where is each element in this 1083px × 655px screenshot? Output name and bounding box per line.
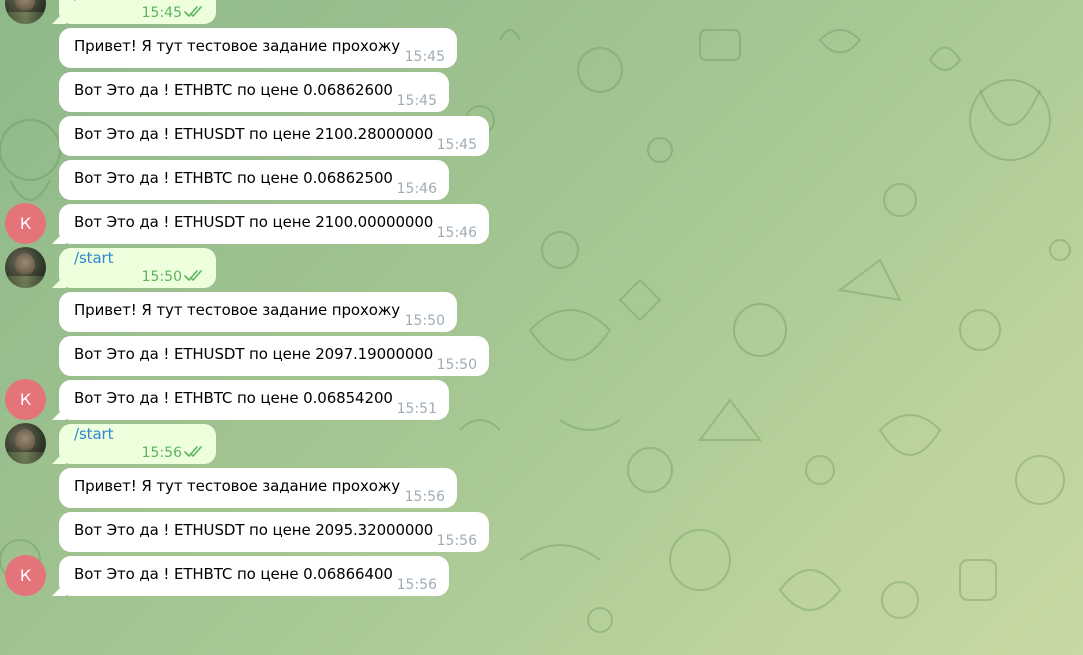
message-time: 15:50 [141, 269, 182, 285]
message-time: 15:51 [396, 401, 437, 417]
user-avatar[interactable] [5, 423, 46, 464]
message-text: Вот Это да ! ETHUSDT по цене 2095.320000… [74, 521, 434, 539]
command-link[interactable]: /start [74, 425, 113, 443]
message-text: Вот Это да ! ETHBTC по цене 0.06862500 [74, 169, 393, 187]
message-time: 15:56 [396, 577, 437, 593]
incoming-message[interactable]: Привет! Я тут тестовое задание прохожу 15… [59, 292, 457, 332]
message-time: 15:45 [141, 5, 182, 21]
message-time: 15:56 [141, 445, 182, 461]
user-avatar[interactable] [5, 0, 46, 24]
message-time: 15:56 [436, 533, 477, 549]
outgoing-message[interactable]: /start 15:45 [59, 0, 216, 24]
message-text: Вот Это да ! ETHUSDT по цене 2097.190000… [74, 345, 434, 363]
message-time: 15:46 [436, 225, 477, 241]
message-time: 15:45 [436, 137, 477, 153]
message-text: Привет! Я тут тестовое задание прохожу [74, 301, 401, 319]
bot-avatar[interactable]: К [5, 203, 46, 244]
command-link[interactable]: /start [74, 249, 113, 267]
message-list: /start15:45Привет! Я тут тестовое задани… [0, 0, 1083, 655]
message-text: Привет! Я тут тестовое задание прохожу [74, 477, 401, 495]
message-time: 15:56 [404, 489, 445, 505]
incoming-message[interactable]: Вот Это да ! ETHUSDT по цене 2097.190000… [59, 336, 489, 376]
message-text: Привет! Я тут тестовое задание прохожу [74, 37, 401, 55]
outgoing-message[interactable]: /start 15:56 [59, 424, 216, 464]
message-time: 15:46 [396, 181, 437, 197]
incoming-message[interactable]: Привет! Я тут тестовое задание прохожу 15… [59, 28, 457, 68]
incoming-message[interactable]: Вот Это да ! ETHBTC по цене 0.06866400 15… [59, 556, 449, 596]
message-text: Вот Это да ! ETHUSDT по цене 2100.280000… [74, 125, 434, 143]
bot-avatar[interactable]: К [5, 379, 46, 420]
message-time: 15:45 [404, 49, 445, 65]
incoming-message[interactable]: Вот Это да ! ETHUSDT по цене 2100.000000… [59, 204, 489, 244]
double-check-icon [184, 446, 202, 457]
incoming-message[interactable]: Вот Это да ! ETHBTC по цене 0.06854200 15… [59, 380, 449, 420]
message-time: 15:45 [396, 93, 437, 109]
incoming-message[interactable]: Вот Это да ! ETHUSDT по цене 2095.320000… [59, 512, 489, 552]
outgoing-message[interactable]: /start 15:50 [59, 248, 216, 288]
command-link[interactable]: /start [74, 0, 113, 3]
incoming-message[interactable]: Вот Это да ! ETHUSDT по цене 2100.280000… [59, 116, 489, 156]
bot-avatar[interactable]: К [5, 555, 46, 596]
message-text: Вот Это да ! ETHUSDT по цене 2100.000000… [74, 213, 434, 231]
message-text: Вот Это да ! ETHBTC по цене 0.06866400 [74, 565, 393, 583]
message-text: Вот Это да ! ETHBTC по цене 0.06862600 [74, 81, 393, 99]
message-time: 15:50 [436, 357, 477, 373]
message-time: 15:50 [404, 313, 445, 329]
double-check-icon [184, 270, 202, 281]
user-avatar[interactable] [5, 247, 46, 288]
double-check-icon [184, 6, 202, 17]
incoming-message[interactable]: Привет! Я тут тестовое задание прохожу 15… [59, 468, 457, 508]
incoming-message[interactable]: Вот Это да ! ETHBTC по цене 0.06862600 15… [59, 72, 449, 112]
message-text: Вот Это да ! ETHBTC по цене 0.06854200 [74, 389, 393, 407]
incoming-message[interactable]: Вот Это да ! ETHBTC по цене 0.06862500 15… [59, 160, 449, 200]
